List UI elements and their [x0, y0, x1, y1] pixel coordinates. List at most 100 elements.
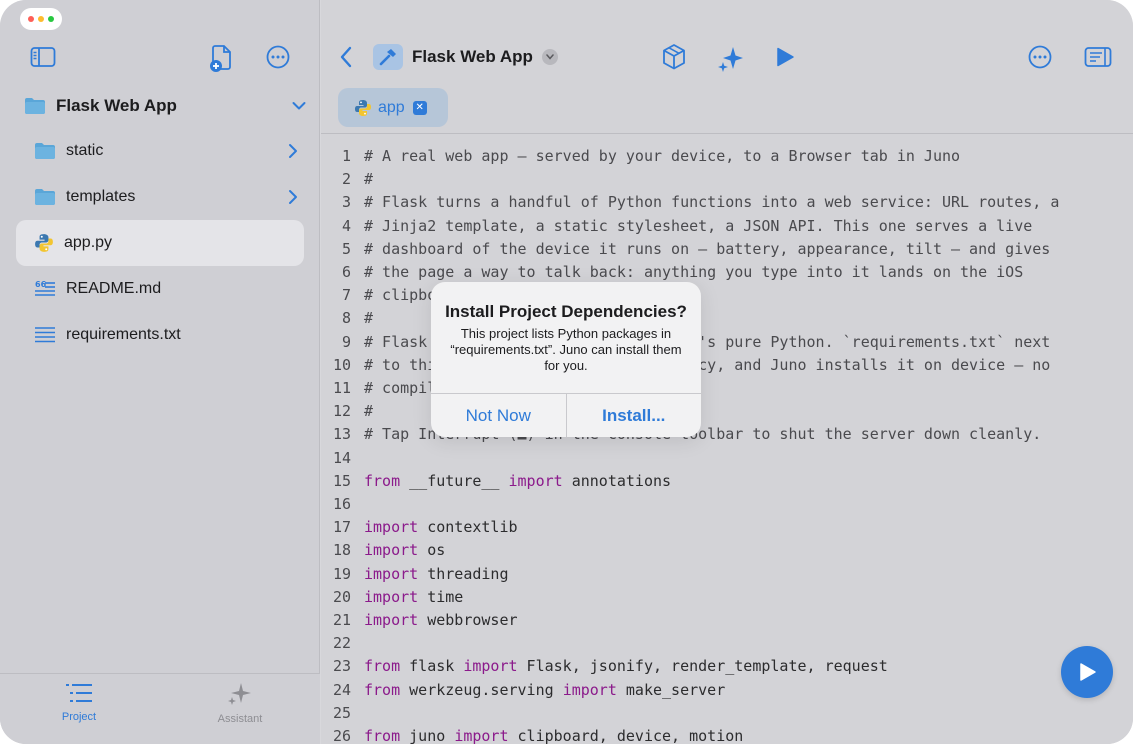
- markdown-file-icon: 66: [34, 280, 56, 298]
- minimize-window-dot[interactable]: [38, 16, 44, 22]
- hammer-icon: [373, 44, 403, 70]
- code-keyword: import: [364, 541, 419, 560]
- install-button[interactable]: Install...: [565, 394, 702, 437]
- code-text: import contextlib: [364, 518, 518, 536]
- chevron-right-icon[interactable]: [288, 189, 298, 205]
- sidebar-item[interactable]: templates: [16, 174, 304, 220]
- code-token: __future__: [400, 471, 509, 490]
- chevron-down-icon[interactable]: [541, 49, 558, 65]
- code-text: #: [364, 309, 373, 327]
- code-text: import time: [364, 588, 463, 606]
- code-token: flask: [400, 657, 464, 676]
- more-options-button[interactable]: [1028, 45, 1052, 74]
- code-editor[interactable]: 1 # A real web app — served by your devic…: [321, 135, 1133, 744]
- chevron-right-icon[interactable]: [288, 143, 298, 159]
- code-text: # dashboard of the device it runs on — b…: [364, 240, 1050, 258]
- python-file-icon: [34, 233, 54, 253]
- code-token: time: [418, 587, 464, 606]
- tab-app[interactable]: app ✕: [338, 88, 448, 127]
- code-line: 18 import os: [321, 541, 1133, 564]
- line-number: 5: [341, 239, 351, 258]
- code-keyword: import: [463, 657, 518, 676]
- code-token: contextlib: [418, 518, 518, 537]
- code-token: make_server: [616, 680, 726, 699]
- assistant-button[interactable]: [717, 45, 745, 78]
- line-number: 9: [341, 332, 351, 351]
- project-header[interactable]: Flask Web App: [24, 92, 306, 120]
- code-line: 3 # Flask turns a handful of Python funct…: [321, 193, 1133, 216]
- tab-project-label: Project: [61, 711, 97, 723]
- sidebar-item-label: requirements.txt: [66, 326, 181, 343]
- zoom-window-dot[interactable]: [48, 16, 54, 22]
- line-number: 26: [332, 727, 351, 744]
- not-now-button[interactable]: Not Now: [431, 394, 566, 437]
- code-token: werkzeug.serving: [400, 680, 563, 699]
- text-file-icon: [34, 326, 56, 344]
- folder-icon: [25, 98, 45, 114]
- chevron-down-icon[interactable]: [292, 101, 306, 111]
- tab-assistant[interactable]: Assistant: [200, 682, 280, 725]
- code-keyword: import: [454, 727, 509, 744]
- sidebar-item[interactable]: static: [16, 128, 304, 174]
- sidebar-item-label: app.py: [64, 234, 113, 251]
- code-line: 26 from juno import clipboard, device, mo…: [321, 727, 1133, 744]
- code-line: 21 import webbrowser: [321, 611, 1133, 634]
- code-comment: # Jinja2 template, a static stylesheet, …: [364, 216, 1033, 235]
- sidebar-item-label: README.md: [66, 280, 162, 297]
- code-token: juno: [400, 727, 455, 744]
- code-keyword: from: [364, 471, 401, 490]
- toolbar-title: Flask Web App: [412, 47, 533, 66]
- code-text: # A real web app — served by your device…: [364, 147, 960, 165]
- window-controls[interactable]: [20, 8, 62, 30]
- code-token: threading: [418, 564, 509, 583]
- install-dependencies-alert: Install Project Dependencies? This proje…: [431, 282, 701, 437]
- line-number: 22: [332, 634, 351, 653]
- editor-tab-bar: app ✕: [321, 80, 1133, 134]
- run-floating-button[interactable]: [1061, 646, 1113, 698]
- line-number: 16: [332, 495, 351, 513]
- code-keyword: import: [508, 471, 563, 490]
- alert-title: Install Project Dependencies?: [445, 302, 687, 321]
- line-number: 7: [341, 286, 351, 305]
- inspector-toggle-button[interactable]: [1084, 46, 1112, 73]
- sidebar-item[interactable]: 66 README.md: [16, 266, 304, 312]
- inspector-panel-icon: [1084, 47, 1112, 67]
- line-number: 12: [332, 402, 351, 421]
- code-token: os: [418, 541, 446, 560]
- code-text: from juno import clipboard, device, moti…: [364, 727, 743, 744]
- line-number: 4: [341, 216, 351, 235]
- code-text: # Flask turns a handful of Python functi…: [364, 193, 1059, 211]
- more-options-icon[interactable]: [266, 45, 290, 74]
- code-keyword: import: [364, 587, 419, 606]
- line-number: 1: [341, 147, 351, 165]
- run-button[interactable]: [775, 47, 795, 72]
- code-line: 4 # Jinja2 template, a static stylesheet,…: [321, 217, 1133, 240]
- back-button[interactable]: [339, 46, 353, 73]
- code-comment: #: [364, 309, 374, 328]
- code-line: 5 # dashboard of the device it runs on — …: [321, 240, 1133, 263]
- sidebar-item[interactable]: requirements.txt: [16, 312, 304, 358]
- sidebar-tab-bar: Project Assistant: [0, 673, 320, 744]
- code-keyword: import: [364, 611, 419, 629]
- code-comment: # the page a way to talk back: anything …: [364, 263, 1024, 281]
- package-button[interactable]: [661, 43, 687, 76]
- sidebar-item[interactable]: app.py: [16, 220, 304, 266]
- code-line: 20 import time: [321, 588, 1133, 611]
- code-token: clipboard, device, motion: [508, 727, 744, 744]
- code-line: 22: [321, 634, 1133, 657]
- close-window-dot[interactable]: [28, 16, 34, 22]
- close-tab-icon[interactable]: ✕: [412, 100, 427, 115]
- project-title-menu[interactable]: Flask Web App: [373, 44, 558, 70]
- alert-message: This project lists Python packages in “r…: [450, 326, 682, 373]
- cube-icon: [663, 44, 685, 70]
- code-comment: #: [364, 402, 374, 421]
- code-text: from flask import Flask, jsonify, render…: [364, 657, 888, 675]
- line-number: 24: [332, 680, 351, 699]
- line-number: 25: [332, 703, 351, 722]
- tab-project[interactable]: Project: [39, 682, 119, 723]
- new-file-icon[interactable]: [209, 43, 235, 78]
- code-comment: #: [364, 170, 374, 189]
- sidebar-toggle-icon[interactable]: [30, 46, 56, 73]
- play-icon: [1080, 663, 1096, 681]
- line-number: 23: [332, 657, 351, 676]
